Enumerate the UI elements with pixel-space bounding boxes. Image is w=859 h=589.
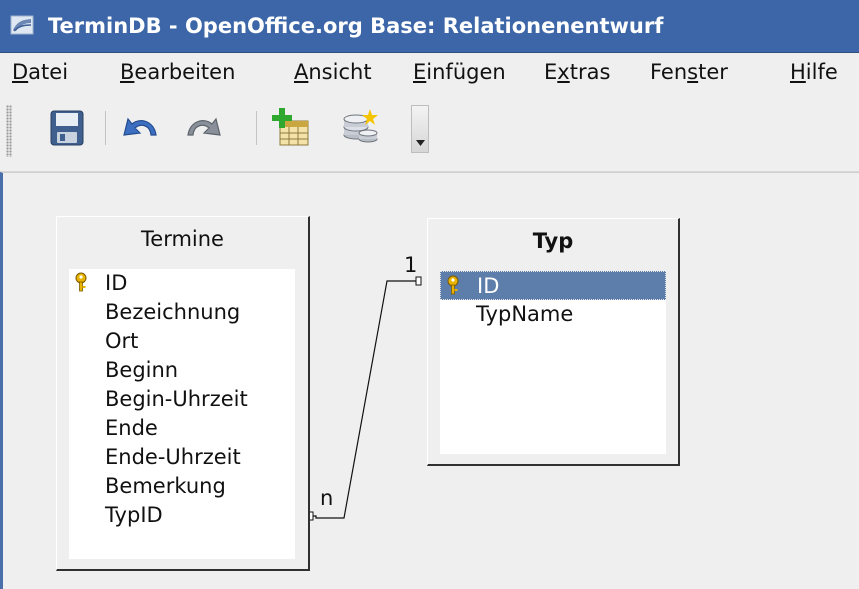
table-title: Typ [532, 229, 574, 253]
menu-accelerator: H [790, 60, 806, 84]
menu-datei[interactable]: Datei [12, 53, 68, 91]
field-name: Ende-Uhrzeit [105, 445, 241, 469]
chevron-down-icon [416, 140, 425, 146]
new-relation-button[interactable] [336, 105, 382, 151]
menu-label-rest: infügen [426, 60, 506, 84]
field-name: TypName [476, 302, 574, 326]
menu-einfuegen[interactable]: Einfügen [413, 53, 506, 91]
menu-ansicht[interactable]: Ansicht [294, 53, 372, 91]
field-list[interactable]: ID TypName [440, 271, 666, 454]
table-window-termine[interactable]: Termine ID Bezeichnung Ort Beginn Begin-… [56, 216, 310, 571]
field-item[interactable]: Bemerkung [69, 472, 295, 501]
toolbar [0, 91, 859, 172]
field-item-selected[interactable]: ID [440, 271, 666, 300]
menu-accelerator: E [413, 60, 427, 84]
field-name: Bemerkung [105, 474, 226, 498]
field-name: ID [477, 274, 500, 298]
menu-bearbeiten[interactable]: Bearbeiten [120, 53, 235, 91]
field-item[interactable]: Bezeichnung [69, 298, 295, 327]
menu-label-rest: nsicht [308, 60, 372, 84]
menu-accelerator: s [687, 60, 699, 84]
primary-key-icon [447, 275, 459, 295]
field-item[interactable]: TypID [69, 501, 295, 530]
save-button[interactable] [44, 105, 90, 151]
menu-label-rest: tras [569, 60, 611, 84]
toolbar-overflow-button[interactable] [411, 105, 429, 153]
field-item[interactable]: TypName [440, 300, 666, 329]
undo-button[interactable] [118, 105, 164, 151]
field-item[interactable]: Beginn [69, 356, 295, 385]
field-item[interactable]: Ort [69, 327, 295, 356]
field-item[interactable]: Ende [69, 414, 295, 443]
window-title: TerminDB - OpenOffice.org Base: Relation… [48, 14, 664, 38]
menu-label-rest: ter [698, 60, 728, 84]
menu-bar: Datei Bearbeiten Ansicht Einfügen Extras… [0, 53, 859, 91]
field-item[interactable]: ID [69, 269, 295, 298]
add-table-button[interactable] [268, 105, 314, 151]
field-name: Beginn [105, 358, 179, 382]
field-item[interactable]: Ende-Uhrzeit [69, 443, 295, 472]
title-bar[interactable]: TerminDB - OpenOffice.org Base: Relation… [0, 0, 859, 53]
menu-accelerator: B [120, 60, 135, 84]
field-name: Bezeichnung [105, 300, 241, 324]
menu-label-rest: earbeiten [134, 60, 236, 84]
add-table-icon [272, 108, 309, 146]
menu-extras[interactable]: Extras [544, 53, 610, 91]
redo-button[interactable] [180, 105, 226, 151]
menu-label-rest: atei [28, 60, 69, 84]
menu-accelerator: x [557, 60, 570, 84]
table-title: Termine [141, 227, 224, 251]
relation-cardinality-many: n [320, 486, 334, 510]
field-name: ID [105, 271, 128, 295]
toolbar-grip[interactable] [6, 105, 12, 157]
toolbar-separator [105, 111, 106, 145]
relation-design-canvas[interactable]: n 1 Termine ID Bezeichnung Ort Beginn Be… [0, 172, 859, 589]
field-name: TypID [105, 503, 163, 527]
new-relation-icon [343, 109, 378, 143]
field-name: Begin-Uhrzeit [105, 387, 248, 411]
toolbar-separator [256, 111, 257, 145]
field-name: Ort [105, 329, 139, 353]
redo-icon [187, 117, 221, 136]
openoffice-base-icon[interactable] [10, 14, 34, 36]
field-item[interactable]: Begin-Uhrzeit [69, 385, 295, 414]
application-window: TerminDB - OpenOffice.org Base: Relation… [0, 0, 859, 589]
table-window-typ[interactable]: Typ ID TypName [427, 218, 680, 466]
menu-hilfe[interactable]: Hilfe [790, 53, 838, 91]
menu-accelerator: D [12, 60, 29, 84]
primary-key-icon [75, 272, 87, 292]
field-name: Ende [105, 416, 158, 440]
menu-label-pre: Fen [650, 60, 688, 84]
menu-fenster[interactable]: Fenster [650, 53, 728, 91]
menu-label-rest: ilfe [805, 60, 838, 84]
field-list[interactable]: ID Bezeichnung Ort Beginn Begin-Uhrzeit … [69, 269, 295, 559]
undo-icon [123, 117, 157, 136]
menu-label-pre: E [544, 60, 558, 84]
save-icon [50, 110, 84, 146]
menu-accelerator: A [294, 60, 309, 84]
relation-cardinality-one: 1 [404, 253, 418, 277]
